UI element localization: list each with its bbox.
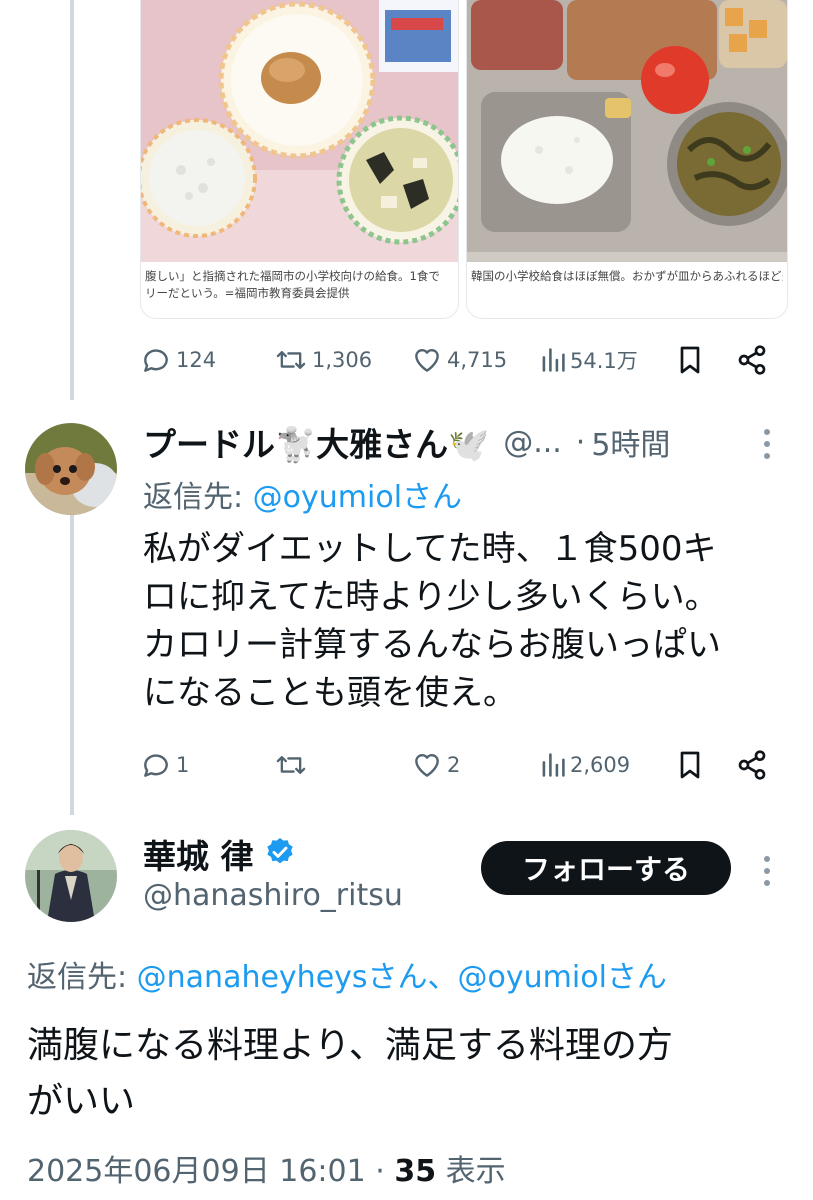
reply-action[interactable]: 124 — [140, 344, 216, 376]
more-icon[interactable] — [763, 853, 771, 889]
main-text-line-1: 満腹になる料理より、満足する料理の方 — [27, 1025, 673, 1066]
reply-to-line: 返信先: @oyumiolさん — [143, 472, 462, 516]
reply-text-line-3: カロリー計算するんならお腹いっぱい — [143, 625, 721, 665]
image-card-korea-lunch[interactable]: 韓国の小学校給食はほぼ無償。おかずが皿からあふれるほど多 — [466, 0, 788, 319]
main-author-name[interactable]: 華城 律 — [143, 830, 254, 878]
lunch-photo-korea-graphic — [467, 0, 787, 262]
more-icon[interactable] — [763, 426, 771, 462]
main-reply-to-label: 返信先: — [27, 960, 128, 995]
views-icon — [540, 749, 566, 781]
avatar-poodle[interactable] — [25, 423, 117, 515]
avatar-hanashiro[interactable] — [25, 830, 117, 922]
like-count: 4,715 — [447, 348, 508, 372]
image-caption-korea: 韓国の小学校給食はほぼ無償。おかずが皿からあふれるほど多 — [471, 268, 783, 285]
reply-text-line-1: 私がダイエットしてた時、１食500キ — [143, 529, 717, 569]
reply-post-bookmark-action[interactable] — [676, 749, 704, 781]
reply-icon — [140, 749, 172, 781]
share-icon — [736, 344, 768, 376]
lunch-photo-japan — [141, 0, 458, 262]
caption-line-korea: 韓国の小学校給食はほぼ無償。おかずが皿からあふれるほど多 — [471, 269, 783, 283]
bookmark-action[interactable] — [676, 344, 704, 376]
verified-badge-icon — [264, 836, 296, 872]
reply-post-share-action[interactable] — [736, 749, 768, 781]
reply-post-repost-action[interactable] — [274, 749, 312, 781]
image-card-japan-lunch[interactable]: 腹しい」と指摘された福岡市の小学校向けの給食。1食で リーだという。=福岡市教育… — [140, 0, 459, 319]
reply-time-separator: · — [575, 424, 586, 460]
reply-count: 124 — [176, 348, 217, 372]
reply-post-reply-action[interactable]: 1 — [140, 749, 189, 781]
bookmark-icon — [676, 749, 704, 781]
views-action[interactable]: 54.1万 — [540, 344, 638, 376]
reply-text-line-2: ロに抑えてた時より少し多いくらい。 — [143, 577, 719, 617]
reply-text-line-4: になることも頭を使え。 — [143, 673, 517, 713]
reply-author-name[interactable]: プードル🐩大雅さん🕊️ — [143, 418, 489, 466]
main-post-header: 華城 律 — [143, 830, 296, 878]
caption-line-1: 腹しい」と指摘された福岡市の小学校向けの給食。1食で — [145, 269, 440, 283]
repost-icon — [274, 344, 308, 376]
view-label: 表示 — [445, 1154, 506, 1189]
share-icon — [736, 749, 768, 781]
main-post-text: 満腹になる料理より、満足する料理の方 がいい — [27, 1018, 673, 1130]
repost-count: 1,306 — [312, 348, 373, 372]
image-caption-japan: 腹しい」と指摘された福岡市の小学校向けの給食。1食で リーだという。=福岡市教育… — [145, 268, 454, 302]
share-action[interactable] — [736, 344, 768, 376]
poodle-avatar-image — [25, 423, 117, 515]
like-action[interactable]: 4,715 — [411, 344, 507, 376]
reply-post-views-count: 2,609 — [570, 753, 631, 777]
reply-post-text: 私がダイエットしてた時、１食500キ ロに抑えてた時より少し多いくらい。 カロリ… — [143, 525, 721, 717]
like-icon — [411, 344, 443, 376]
repost-icon — [274, 749, 308, 781]
views-icon — [540, 344, 566, 376]
reply-to-mention[interactable]: @oyumiolさん — [253, 480, 462, 515]
views-count: 54.1万 — [570, 349, 638, 373]
bookmark-icon — [676, 344, 704, 376]
reply-author-handle[interactable]: @... — [503, 425, 562, 460]
post-timestamp[interactable]: 2025年06月09日 16:01 — [27, 1154, 366, 1189]
reply-post-reply-count: 1 — [176, 753, 190, 777]
reply-icon — [140, 344, 172, 376]
view-count: 35 — [394, 1154, 437, 1189]
reply-post-header: プードル🐩大雅さん🕊️ @... · 5時間 — [143, 418, 670, 466]
main-author-handle[interactable]: @hanashiro_ritsu — [143, 878, 403, 913]
reply-to-label: 返信先: — [143, 480, 244, 515]
main-reply-to-mentions[interactable]: @nanaheyheysさん、@oyumiolさん — [137, 960, 667, 995]
main-post-meta: 2025年06月09日 16:01 · 35 表示 — [27, 1146, 506, 1190]
main-reply-to-line: 返信先: @nanaheyheysさん、@oyumiolさん — [27, 952, 667, 996]
thread-line-top — [70, 0, 74, 400]
lunch-photo-korea — [467, 0, 787, 262]
hanashiro-avatar-image — [25, 830, 117, 922]
thread-line-mid — [70, 515, 74, 815]
like-icon — [411, 749, 443, 781]
reply-post-views-action[interactable]: 2,609 — [540, 749, 630, 781]
reply-post-like-action[interactable]: 2 — [411, 749, 460, 781]
reply-time[interactable]: 5時間 — [591, 420, 670, 464]
repost-action[interactable]: 1,306 — [274, 344, 372, 376]
reply-post-like-count: 2 — [447, 753, 461, 777]
follow-button[interactable]: フォローする — [481, 841, 731, 895]
caption-line-2: リーだという。=福岡市教育委員会提供 — [145, 286, 350, 300]
lunch-photo-japan-graphic — [141, 0, 458, 262]
meta-separator: · — [375, 1154, 385, 1189]
main-text-line-2: がいい — [27, 1081, 136, 1122]
